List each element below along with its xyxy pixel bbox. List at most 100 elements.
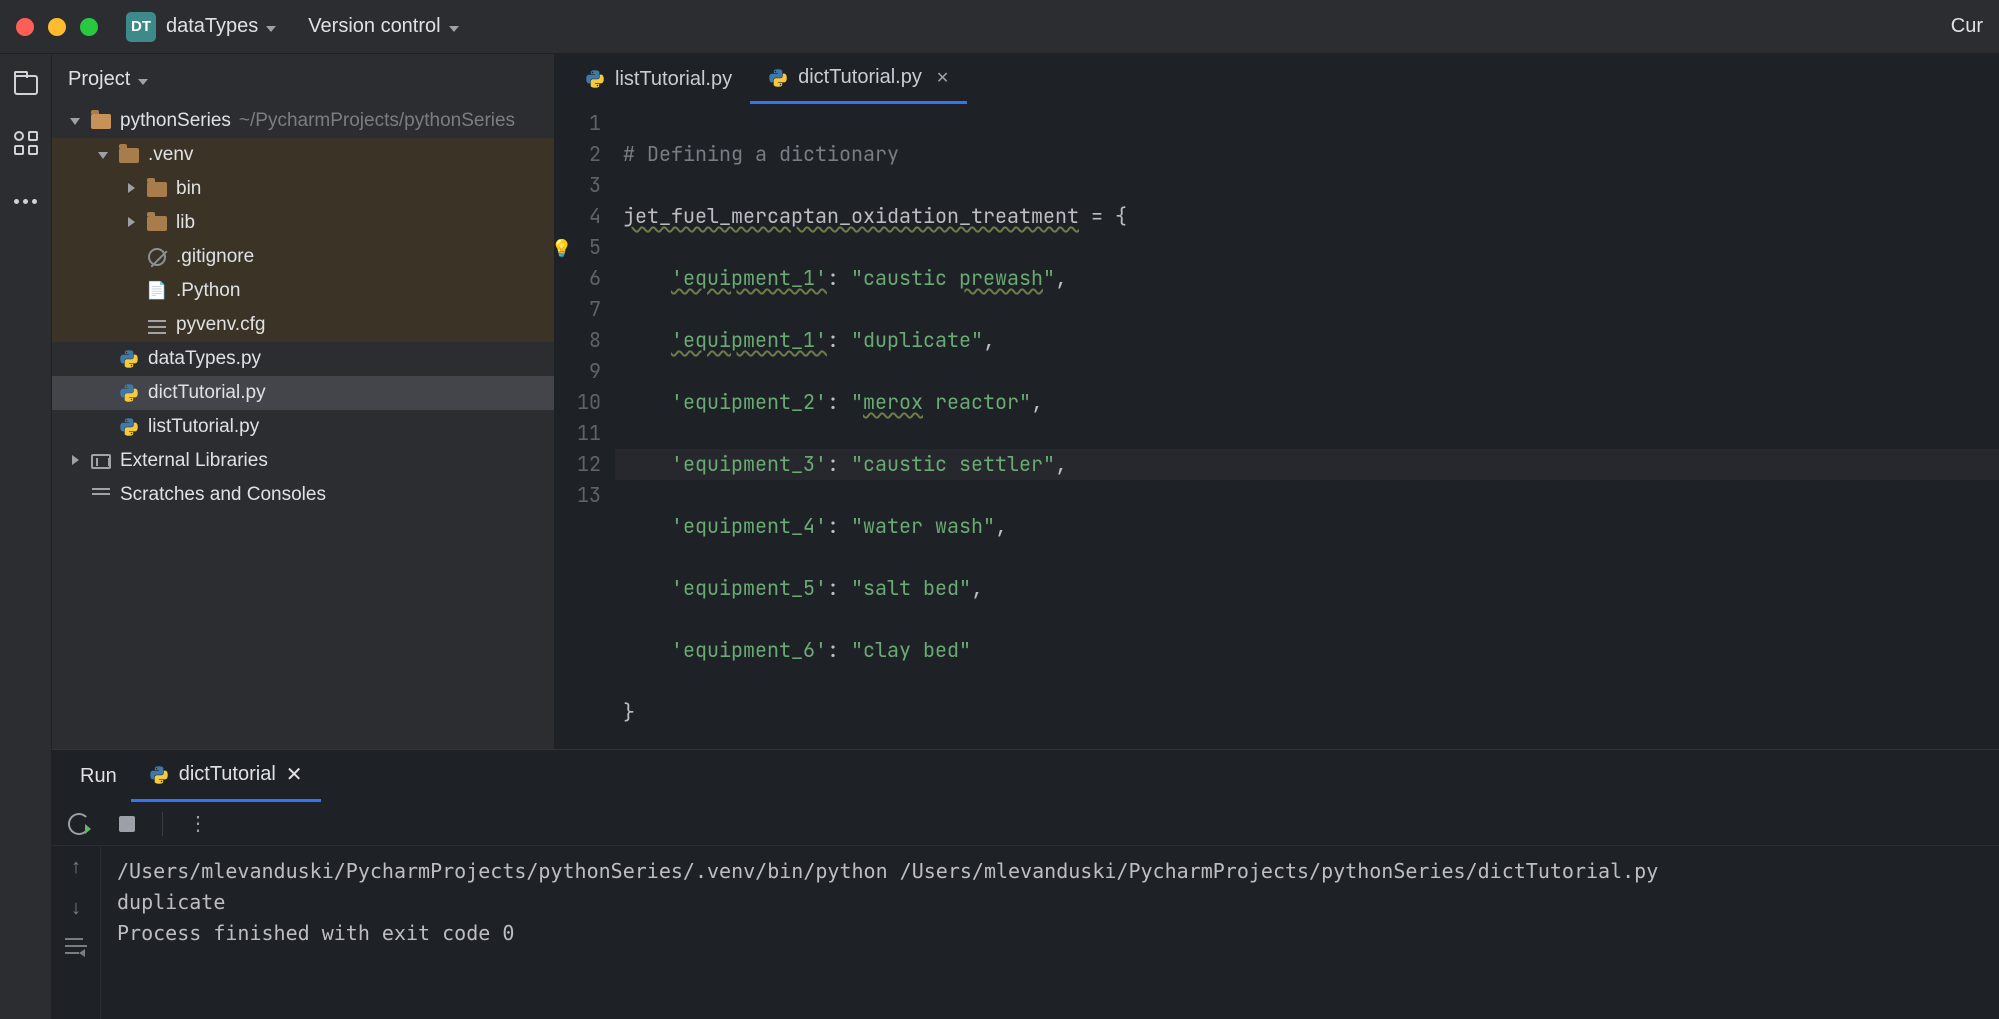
tab-dicttutorial[interactable]: dictTutorial.py ✕ — [750, 54, 967, 104]
close-window-button[interactable] — [16, 18, 34, 36]
tree-external-libraries[interactable]: External Libraries — [52, 444, 554, 478]
console-left-toolbar: ↑ ↓ — [52, 846, 100, 1019]
project-toolwindow-button[interactable] — [11, 70, 41, 100]
tree-label: .Python — [176, 280, 240, 302]
spacer — [94, 420, 112, 434]
line-number: 4 — [555, 201, 601, 232]
close-tab-button[interactable]: ✕ — [936, 68, 949, 88]
tree-label: Scratches and Consoles — [120, 484, 326, 506]
disclosure-arrow-icon[interactable] — [66, 454, 84, 468]
folder-icon — [146, 212, 168, 234]
disclosure-arrow-icon[interactable] — [122, 182, 140, 196]
tree-file-datatypes[interactable]: dataTypes.py — [52, 342, 554, 376]
titlebar-right-truncated: Cur — [1951, 15, 1983, 38]
tree-root[interactable]: pythonSeries ~/PycharmProjects/pythonSer… — [52, 104, 554, 138]
code-comment: # Defining a dictionary — [623, 141, 899, 167]
python-file-icon — [149, 765, 169, 785]
project-header[interactable]: Project — [52, 54, 554, 104]
code-punc: = { — [1079, 203, 1127, 229]
titlebar: DT dataTypes Version control Cur — [0, 0, 1999, 54]
folder-icon — [14, 75, 38, 95]
line-number: 2 — [555, 139, 601, 170]
tree-file-gitignore[interactable]: .gitignore — [52, 240, 554, 274]
tree-label: External Libraries — [120, 450, 268, 472]
tree-label: lib — [176, 212, 195, 234]
project-switcher[interactable]: DT dataTypes — [126, 12, 276, 42]
code-str: "salt bed" — [851, 575, 971, 601]
more-toolwindows-button[interactable] — [11, 186, 41, 216]
code-key: 'equipment_1' — [671, 265, 827, 291]
project-sidebar: Project pythonSeries ~/PycharmProjects/p… — [52, 54, 555, 749]
line-number: 11 — [555, 418, 601, 449]
maximize-window-button[interactable] — [80, 18, 98, 36]
disclosure-arrow-icon[interactable] — [94, 148, 112, 162]
code-punc: : — [827, 327, 851, 353]
file-link-icon: 📄 — [146, 280, 168, 302]
line-number: 8 — [555, 325, 601, 356]
minimize-window-button[interactable] — [48, 18, 66, 36]
run-tabs: Run dictTutorial ✕ — [52, 750, 1999, 802]
tree-file-pyvenv-cfg[interactable]: pyvenv.cfg — [52, 308, 554, 342]
line-number: 13 — [555, 480, 601, 511]
tree-file-python-symlink[interactable]: 📄 .Python — [52, 274, 554, 308]
config-icon — [146, 314, 168, 336]
gitignore-icon — [146, 246, 168, 268]
tree-label: pythonSeries — [120, 110, 231, 132]
code-punc: : — [827, 575, 851, 601]
code-str: "clay bed" — [851, 637, 971, 663]
run-tool-label[interactable]: Run — [66, 750, 131, 802]
run-config-name: dictTutorial — [179, 763, 276, 786]
chevron-down-icon — [258, 15, 276, 38]
line-number: 3 — [555, 170, 601, 201]
rerun-button[interactable] — [66, 811, 92, 837]
tab-label: dictTutorial.py — [798, 66, 922, 89]
vcs-menu[interactable]: Version control — [308, 15, 458, 38]
code-punc: , — [1031, 389, 1043, 415]
code-punc: , — [971, 575, 983, 601]
tree-folder-venv[interactable]: .venv — [52, 138, 554, 172]
scroll-to-top-button[interactable]: ↑ — [71, 856, 81, 879]
tree-label: .venv — [148, 144, 193, 166]
console-output[interactable]: /Users/mlevanduski/PycharmProjects/pytho… — [100, 846, 1999, 1019]
more-actions-button[interactable]: ⋮ — [185, 811, 211, 837]
tree-label: dictTutorial.py — [148, 382, 266, 404]
editor-tabs: listTutorial.py dictTutorial.py ✕ — [555, 54, 1999, 104]
spacer — [122, 284, 140, 298]
chevron-down-icon — [130, 68, 148, 91]
tree-folder-bin[interactable]: bin — [52, 172, 554, 206]
tab-listtutorial[interactable]: listTutorial.py — [567, 54, 750, 104]
code-identifier: jet_fuel_mercaptan_oxidation_treatment — [623, 203, 1079, 229]
run-config-tab[interactable]: dictTutorial ✕ — [131, 750, 321, 802]
tree-scratches[interactable]: Scratches and Consoles — [52, 478, 554, 512]
tree-file-listtutorial[interactable]: listTutorial.py — [52, 410, 554, 444]
stop-icon — [119, 816, 135, 832]
tab-label: listTutorial.py — [615, 68, 732, 91]
disclosure-arrow-icon[interactable] — [66, 114, 84, 128]
python-file-icon — [118, 382, 140, 404]
code-punc: , — [1055, 265, 1067, 291]
code-str-typo: merox — [863, 389, 923, 415]
chevron-down-icon — [441, 15, 459, 38]
editor-area: listTutorial.py dictTutorial.py ✕ 1 2 3 … — [555, 54, 1999, 749]
code-key: 'equipment_2' — [671, 389, 827, 415]
tree-folder-lib[interactable]: lib — [52, 206, 554, 240]
editor-body[interactable]: 1 2 3 4 5 6 7 8 9 10 11 12 13 # De — [555, 104, 1999, 749]
console-line: Process finished with exit code 0 — [117, 918, 1983, 949]
line-number-with-bulb[interactable]: 5 — [555, 232, 601, 263]
scroll-to-bottom-button[interactable]: ↓ — [71, 897, 81, 920]
tree-file-dicttutorial[interactable]: dictTutorial.py — [52, 376, 554, 410]
structure-toolwindow-button[interactable] — [11, 128, 41, 158]
more-icon — [14, 199, 37, 204]
soft-wrap-button[interactable] — [65, 938, 87, 954]
python-file-icon — [768, 68, 788, 88]
code-content[interactable]: # Defining a dictionary jet_fuel_mercapt… — [615, 104, 1999, 749]
code-punc: : — [827, 265, 851, 291]
disclosure-arrow-icon[interactable] — [122, 216, 140, 230]
close-tab-button[interactable]: ✕ — [286, 762, 303, 787]
code-punc: , — [995, 513, 1007, 539]
run-toolbar: ⋮ — [52, 802, 1999, 846]
tree-label: listTutorial.py — [148, 416, 259, 438]
stop-button[interactable] — [114, 811, 140, 837]
code-punc: : — [827, 513, 851, 539]
scratches-icon — [90, 484, 112, 506]
